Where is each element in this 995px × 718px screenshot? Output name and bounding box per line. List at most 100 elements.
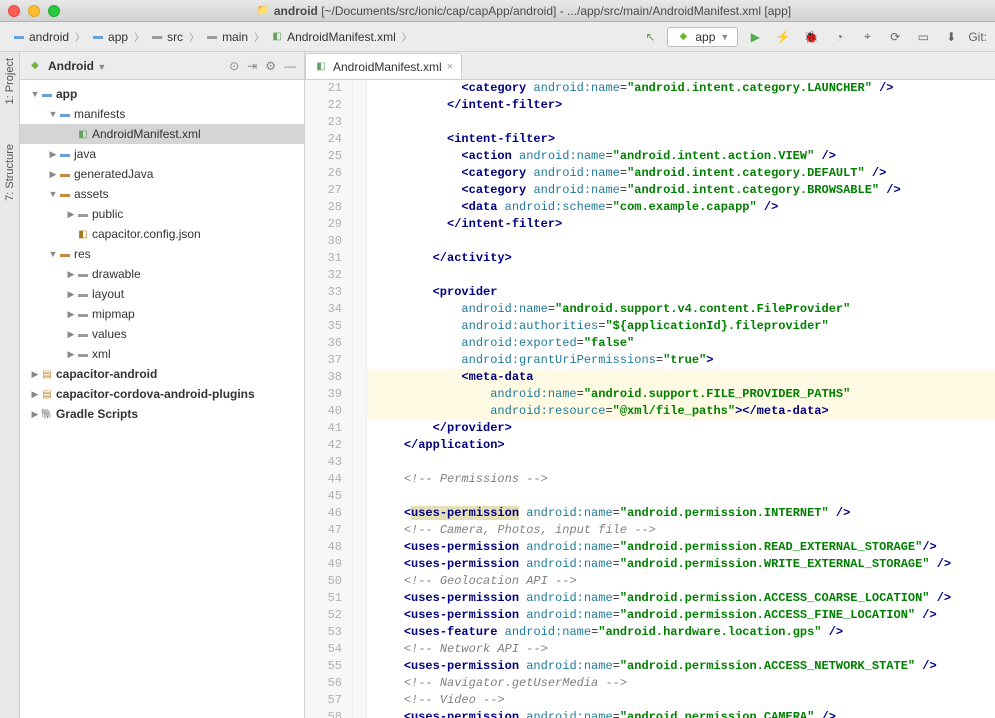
tree-arrow-icon[interactable]: ▶ [48,149,58,160]
code-area[interactable]: <category android:name="android.intent.c… [367,80,995,718]
profile-button[interactable]: ◔ [828,26,850,48]
tree-arrow-icon[interactable]: ▶ [66,309,76,320]
tree-row[interactable]: ▶▬java [20,144,304,164]
attach-debugger-button[interactable]: ⌖ [856,26,878,48]
tree-arrow-icon[interactable]: ▶ [30,389,40,400]
rail-project[interactable]: 1: Project [4,58,16,104]
traffic-lights [8,5,60,17]
tree-arrow-icon[interactable]: ▶ [66,289,76,300]
tree-label: values [92,327,127,341]
folder-icon: ▬ [76,207,90,221]
tree-row[interactable]: ▶▬xml [20,344,304,364]
tree-arrow-icon[interactable]: ▶ [30,369,40,380]
gradle-icon: 🐘 [40,407,54,421]
folder-icon: ▬ [76,287,90,301]
tree-row[interactable]: ▼▬assets [20,184,304,204]
tree-row[interactable]: ▶▬generatedJava [20,164,304,184]
avd-button[interactable]: ▭ [912,26,934,48]
window-title: 📁 android [~/Documents/src/ionic/cap/cap… [60,4,987,18]
tree-label: java [74,147,96,161]
debug-button[interactable]: 🐞 [800,26,822,48]
tree-label: manifests [74,107,125,121]
tab-androidmanifest[interactable]: ◧ AndroidManifest.xml × [305,53,462,79]
project-view-selector[interactable]: Android ▼ [48,59,223,73]
window-titlebar: 📁 android [~/Documents/src/ionic/cap/cap… [0,0,995,22]
tree-arrow-icon[interactable]: ▼ [30,89,40,99]
scroll-from-source-icon[interactable]: ⊙ [229,59,239,73]
tree-label: capacitor-cordova-android-plugins [56,387,255,401]
tree-label: assets [74,187,109,201]
breadcrumb-item[interactable]: ◧AndroidManifest.xml [266,29,400,45]
run-config-selector[interactable]: ◆ app ▼ [667,27,738,47]
tree-label: app [56,87,77,101]
tree-row[interactable]: ▶▬mipmap [20,304,304,324]
close-icon[interactable] [8,5,20,17]
breadcrumb-item[interactable]: ▬main [201,29,252,45]
tab-label: AndroidManifest.xml [333,60,442,74]
breadcrumb-separator: 〉 [189,29,199,44]
toolbar-actions: ↖ ◆ app ▼ ▶ ⚡ 🐞 ◔ ⌖ ⟳ ▭ ⬇ Git: [639,26,987,48]
tree-arrow-icon[interactable]: ▶ [48,169,58,180]
tree-row[interactable]: ▶▬drawable [20,264,304,284]
android-icon: ◆ [676,30,690,44]
editor-area: ◧ AndroidManifest.xml × 2122232425262728… [305,52,995,718]
tree-row[interactable]: ▶🐘Gradle Scripts [20,404,304,424]
tree-row[interactable]: ▶▬layout [20,284,304,304]
tree-arrow-icon[interactable]: ▶ [66,329,76,340]
sdk-button[interactable]: ⬇ [940,26,962,48]
folder-icon: ▬ [76,347,90,361]
gear-icon[interactable]: ⚙ [265,59,276,73]
tree-arrow-icon[interactable]: ▼ [48,249,58,259]
folder-lib-icon: ▬ [58,187,72,201]
apply-changes-button[interactable]: ⚡ [772,26,794,48]
breadcrumb-item[interactable]: ▬android [8,29,73,45]
tree-row[interactable]: ▶▬values [20,324,304,344]
tree-label: AndroidManifest.xml [92,127,201,141]
tree-arrow-icon[interactable]: ▼ [48,109,58,119]
breadcrumb-item[interactable]: ▬app [87,29,132,45]
rail-structure[interactable]: 7: Structure [4,144,16,201]
module-icon: ▬ [40,87,54,101]
sync-button[interactable]: ⟳ [884,26,906,48]
tree-row[interactable]: ▶▤capacitor-android [20,364,304,384]
breadcrumb-item[interactable]: ▬src [146,29,187,45]
editor-tabs: ◧ AndroidManifest.xml × [305,52,995,80]
folder-lib-icon: ▬ [58,247,72,261]
maximize-icon[interactable] [48,5,60,17]
minimize-icon[interactable] [28,5,40,17]
tree-row[interactable]: ▶▤capacitor-cordova-android-plugins [20,384,304,404]
tree-label: res [74,247,91,261]
tree-row[interactable]: ▼▬res [20,244,304,264]
chevron-down-icon: ▼ [720,32,729,42]
tree-label: capacitor-android [56,367,157,381]
tree-row[interactable]: ▼▬manifests [20,104,304,124]
tree-arrow-icon[interactable]: ▶ [66,209,76,220]
tree-arrow-icon[interactable]: ▶ [30,409,40,420]
project-tree[interactable]: ▼▬app▼▬manifests◧AndroidManifest.xml▶▬ja… [20,80,304,428]
run-config-label: app [695,30,715,44]
file-json-icon: ◧ [76,227,90,241]
xml-file-icon: ◧ [314,60,328,74]
tree-row[interactable]: ▼▬app [20,84,304,104]
project-panel-header: ◆ Android ▼ ⊙ ⇥ ⚙ — [20,52,304,80]
tree-row[interactable]: ◧capacitor.config.json [20,224,304,244]
tree-arrow-icon[interactable]: ▶ [66,269,76,280]
editor-body[interactable]: 2122232425262728293031323334353637383940… [305,80,995,718]
navigation-bar: ▬android〉▬app〉▬src〉▬main〉◧AndroidManifes… [0,22,995,52]
run-button[interactable]: ▶ [744,26,766,48]
tree-row[interactable]: ◧AndroidManifest.xml [20,124,304,144]
hide-icon[interactable]: — [284,59,296,73]
folder-icon: ▬ [76,327,90,341]
folder-lib-icon: ▬ [58,167,72,181]
tree-label: public [92,207,123,221]
tree-row[interactable]: ▶▬public [20,204,304,224]
tree-arrow-icon[interactable]: ▶ [66,349,76,360]
close-icon[interactable]: × [447,61,453,73]
breadcrumb-separator: 〉 [134,29,144,44]
breadcrumb-separator: 〉 [75,29,85,44]
breadcrumb: ▬android〉▬app〉▬src〉▬main〉◧AndroidManifes… [8,29,639,45]
collapse-all-icon[interactable]: ⇥ [247,59,257,73]
folder-blue-icon: ▬ [58,107,72,121]
back-button[interactable]: ↖ [639,26,661,48]
tree-arrow-icon[interactable]: ▼ [48,189,58,199]
